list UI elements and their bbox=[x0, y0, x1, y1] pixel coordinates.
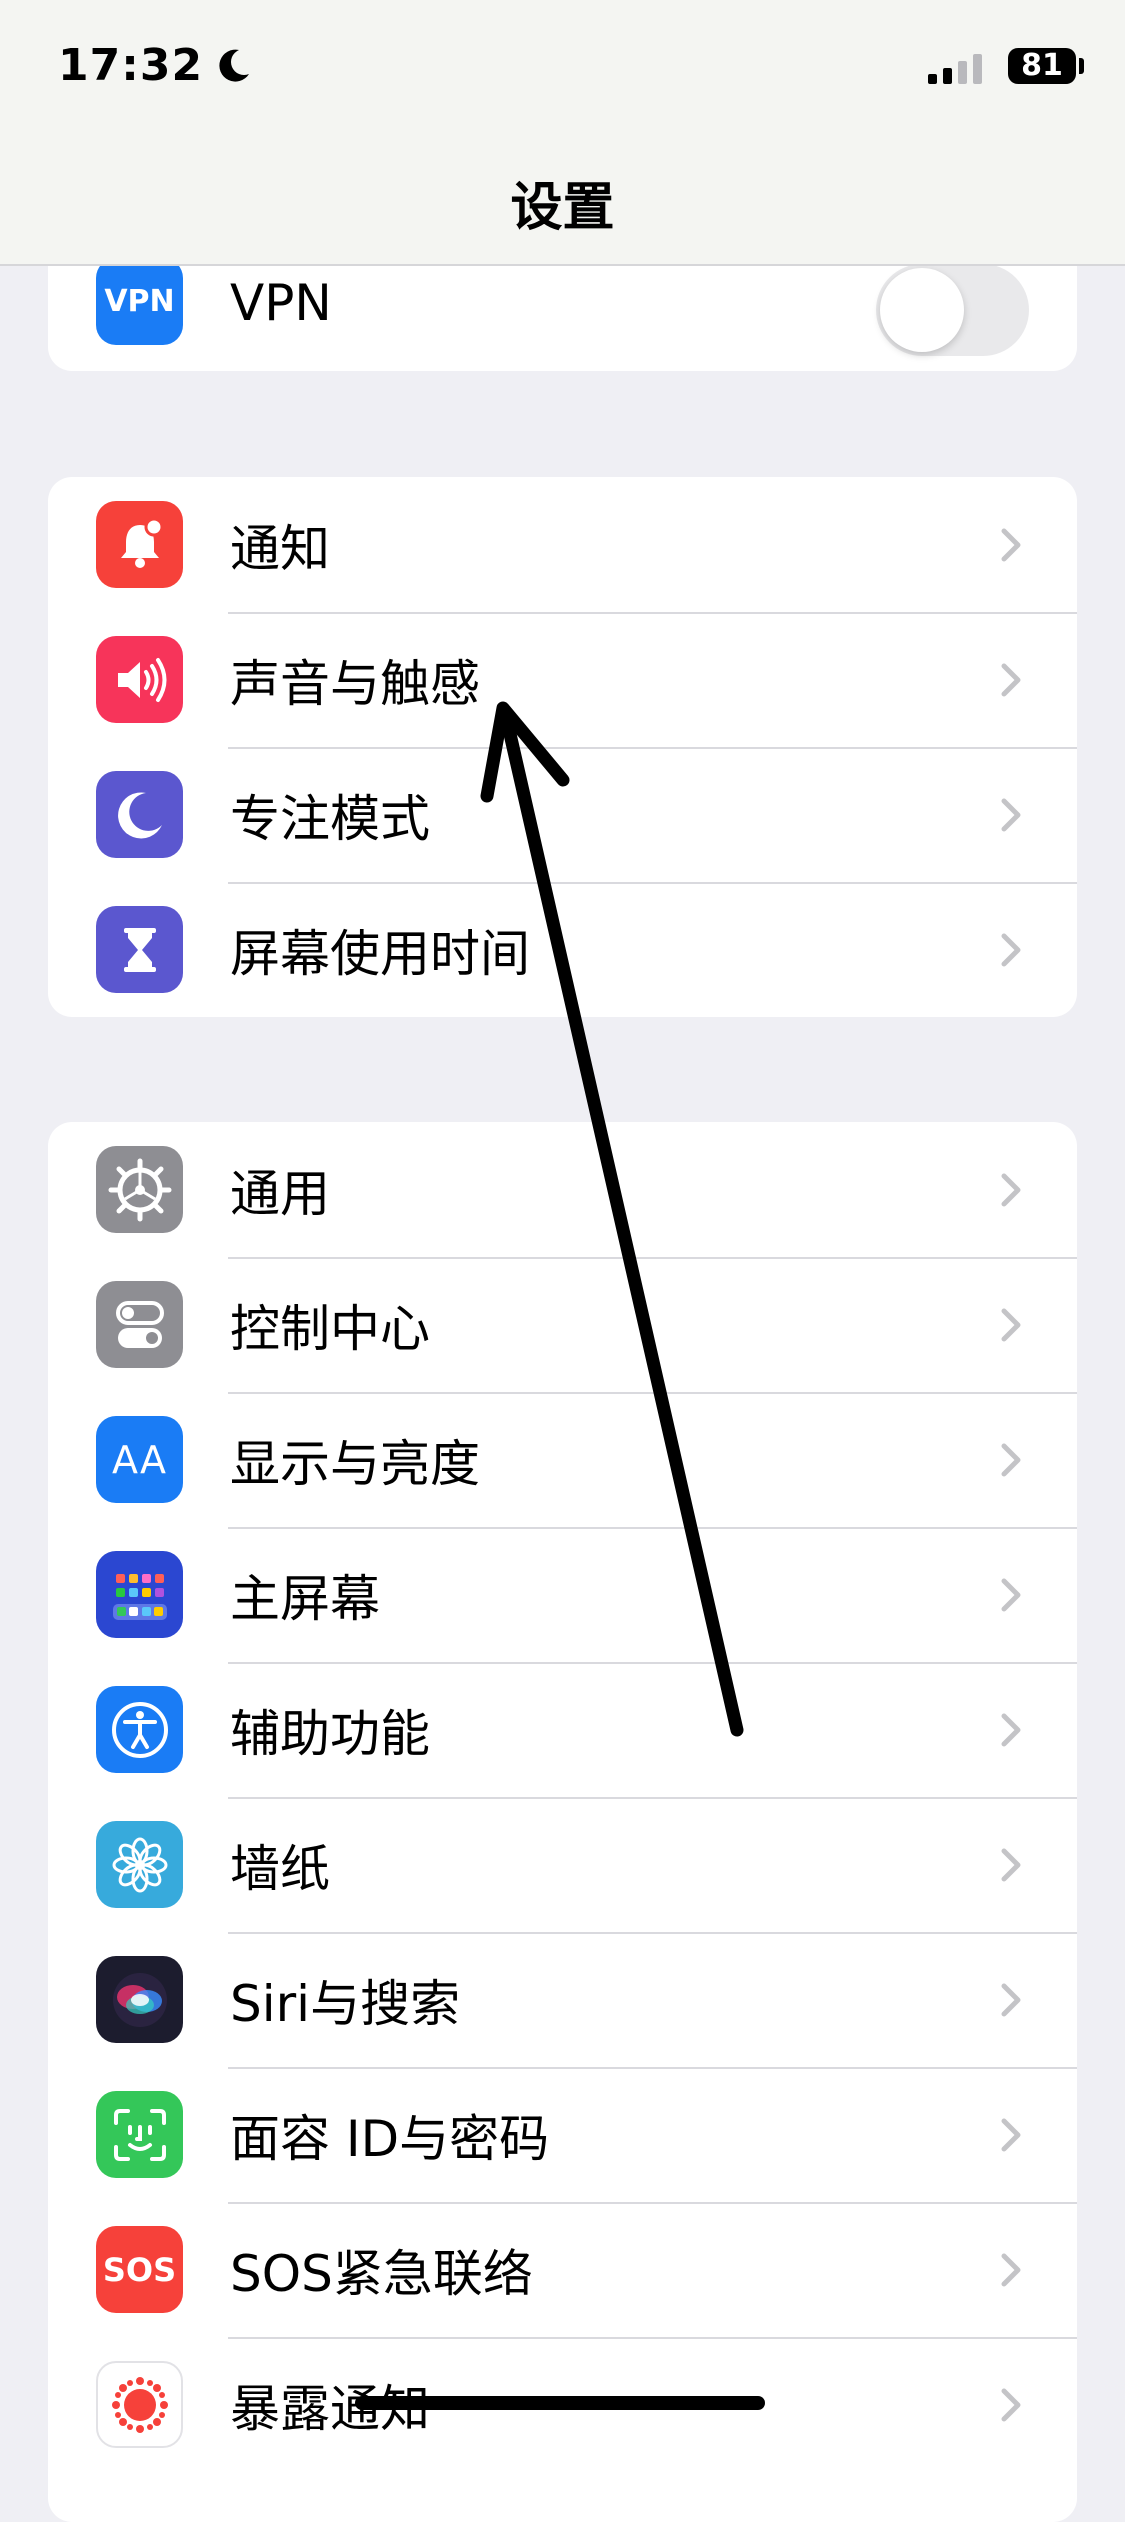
settings-row-general[interactable]: 通用 bbox=[48, 1122, 1077, 1257]
sos-icon: SOS bbox=[96, 2226, 183, 2313]
bell-icon bbox=[96, 501, 183, 588]
settings-row-face-id[interactable]: 面容 ID与密码 bbox=[48, 2067, 1077, 2202]
text-size-icon-text: AA bbox=[111, 1437, 168, 1482]
settings-row-notifications[interactable]: 通知 bbox=[48, 477, 1077, 612]
text-size-icon: AA bbox=[96, 1416, 183, 1503]
chevron-right-icon bbox=[1001, 2253, 1021, 2286]
cellular-signal-icon bbox=[928, 54, 982, 84]
sos-icon-text: SOS bbox=[102, 2250, 177, 2289]
chevron-right-icon bbox=[1001, 1443, 1021, 1476]
flower-icon bbox=[96, 1821, 183, 1908]
settings-row-label: 显示与亮度 bbox=[230, 1434, 480, 1493]
settings-row-control-center[interactable]: 控制中心 bbox=[48, 1257, 1077, 1392]
status-clock: 17:32 bbox=[58, 40, 204, 91]
settings-row-siri[interactable]: Siri与搜索 bbox=[48, 1932, 1077, 2067]
exposure-icon bbox=[96, 2361, 183, 2448]
battery-nub bbox=[1079, 58, 1084, 74]
vpn-icon-text: VPN bbox=[104, 284, 175, 319]
settings-row-label: 屏幕使用时间 bbox=[230, 924, 530, 983]
notifications-group: 通知 声音与触感 专注模式 屏幕使用时间 bbox=[48, 477, 1077, 1017]
chevron-right-icon bbox=[1001, 2118, 1021, 2151]
siri-icon bbox=[96, 1956, 183, 2043]
home-screen-icon bbox=[96, 1551, 183, 1638]
settings-row-label: SOS紧急联络 bbox=[230, 2244, 533, 2303]
switches-icon bbox=[96, 1281, 183, 1368]
accessibility-icon bbox=[96, 1686, 183, 1773]
settings-row-label: 通用 bbox=[230, 1164, 330, 1223]
chevron-right-icon bbox=[1001, 1713, 1021, 1746]
settings-row-sos[interactable]: SOS SOS紧急联络 bbox=[48, 2202, 1077, 2337]
gear-icon bbox=[96, 1146, 183, 1233]
settings-row-focus[interactable]: 专注模式 bbox=[48, 747, 1077, 882]
page-title: 设置 bbox=[510, 178, 615, 238]
battery-level: 81 bbox=[1021, 48, 1063, 83]
vpn-label: VPN bbox=[230, 274, 332, 332]
hourglass-icon bbox=[96, 906, 183, 993]
chevron-right-icon bbox=[1001, 1983, 1021, 2016]
settings-row-label: 墙纸 bbox=[230, 1839, 330, 1898]
chevron-right-icon bbox=[1001, 798, 1021, 831]
chevron-right-icon bbox=[1001, 933, 1021, 966]
settings-row-sounds[interactable]: 声音与触感 bbox=[48, 612, 1077, 747]
settings-row-screen-time[interactable]: 屏幕使用时间 bbox=[48, 882, 1077, 1017]
settings-row-label: 辅助功能 bbox=[230, 1704, 430, 1763]
settings-row-label: 控制中心 bbox=[230, 1299, 430, 1358]
vpn-toggle[interactable] bbox=[876, 264, 1029, 356]
home-indicator bbox=[355, 2396, 765, 2410]
settings-row-accessibility[interactable]: 辅助功能 bbox=[48, 1662, 1077, 1797]
chevron-right-icon bbox=[1001, 2388, 1021, 2421]
vpn-icon: VPN bbox=[96, 258, 183, 345]
settings-row-label: 通知 bbox=[230, 519, 330, 578]
settings-row-home-screen[interactable]: 主屏幕 bbox=[48, 1527, 1077, 1662]
settings-row-display[interactable]: AA 显示与亮度 bbox=[48, 1392, 1077, 1527]
settings-row-wallpaper[interactable]: 墙纸 bbox=[48, 1797, 1077, 1932]
settings-row-label: 主屏幕 bbox=[230, 1569, 380, 1628]
chevron-right-icon bbox=[1001, 1173, 1021, 1206]
speaker-icon bbox=[96, 636, 183, 723]
chevron-right-icon bbox=[1001, 1308, 1021, 1341]
chevron-right-icon bbox=[1001, 663, 1021, 696]
chevron-right-icon bbox=[1001, 1578, 1021, 1611]
battery-icon: 81 bbox=[1008, 48, 1076, 84]
general-group: 通用 控制中心 AA 显示与亮度 主屏幕 辅助功能 墙纸 Siri与搜索 面容 … bbox=[48, 1122, 1077, 2522]
moon-icon bbox=[219, 49, 250, 82]
chevron-right-icon bbox=[1001, 528, 1021, 561]
status-time: 17:32 bbox=[58, 40, 253, 91]
moon-icon bbox=[96, 771, 183, 858]
navigation-header: 17:32 81 设置 bbox=[0, 0, 1125, 266]
chevron-right-icon bbox=[1001, 1848, 1021, 1881]
toggle-knob bbox=[880, 268, 964, 352]
face-id-icon bbox=[96, 2091, 183, 2178]
settings-row-label: Siri与搜索 bbox=[230, 1974, 461, 2033]
settings-row-label: 声音与触感 bbox=[230, 654, 480, 713]
settings-row-label: 专注模式 bbox=[230, 789, 430, 848]
settings-row-label: 面容 ID与密码 bbox=[230, 2109, 550, 2168]
